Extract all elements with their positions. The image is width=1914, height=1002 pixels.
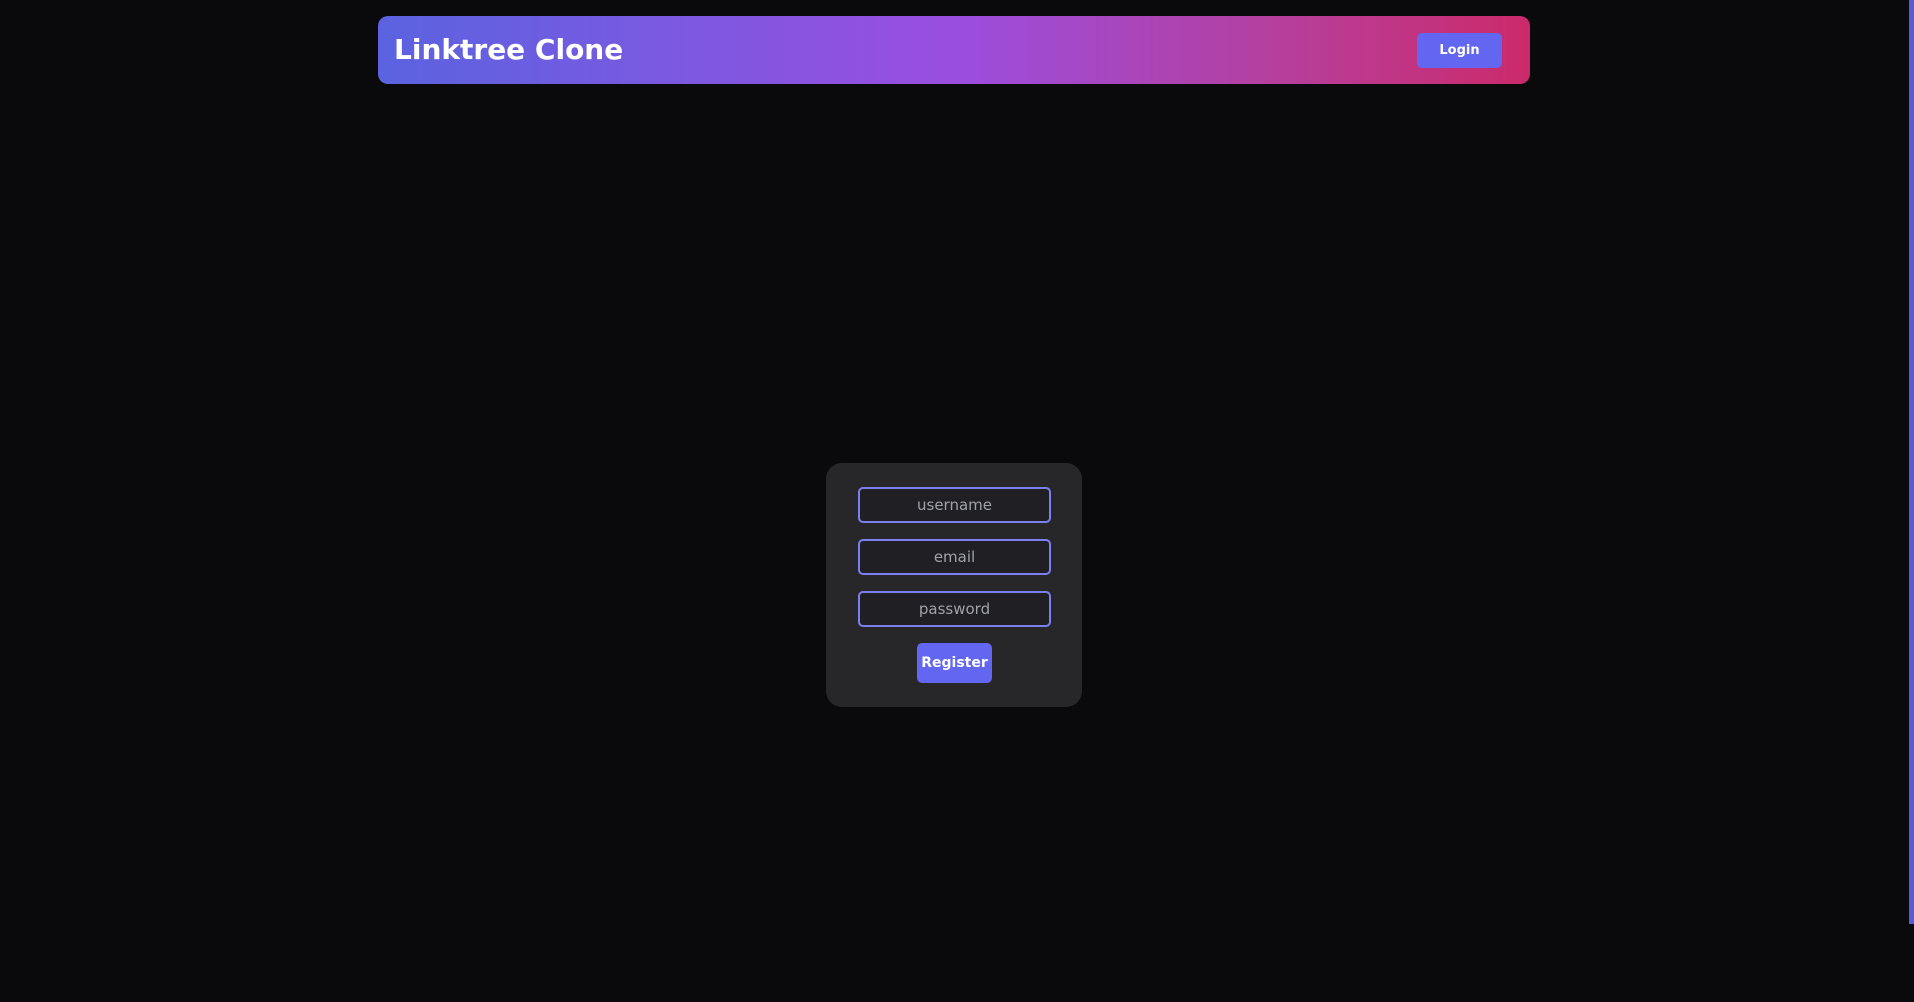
- login-button[interactable]: Login: [1417, 33, 1502, 68]
- scrollbar[interactable]: [1909, 0, 1914, 924]
- navbar: Linktree Clone Login: [378, 16, 1530, 84]
- username-input[interactable]: [858, 487, 1051, 523]
- password-input[interactable]: [858, 591, 1051, 627]
- email-input[interactable]: [858, 539, 1051, 575]
- register-form: Register: [826, 463, 1082, 707]
- brand-title[interactable]: Linktree Clone: [394, 16, 623, 84]
- register-button[interactable]: Register: [917, 643, 992, 683]
- page: Linktree Clone Login Register: [0, 0, 1914, 1002]
